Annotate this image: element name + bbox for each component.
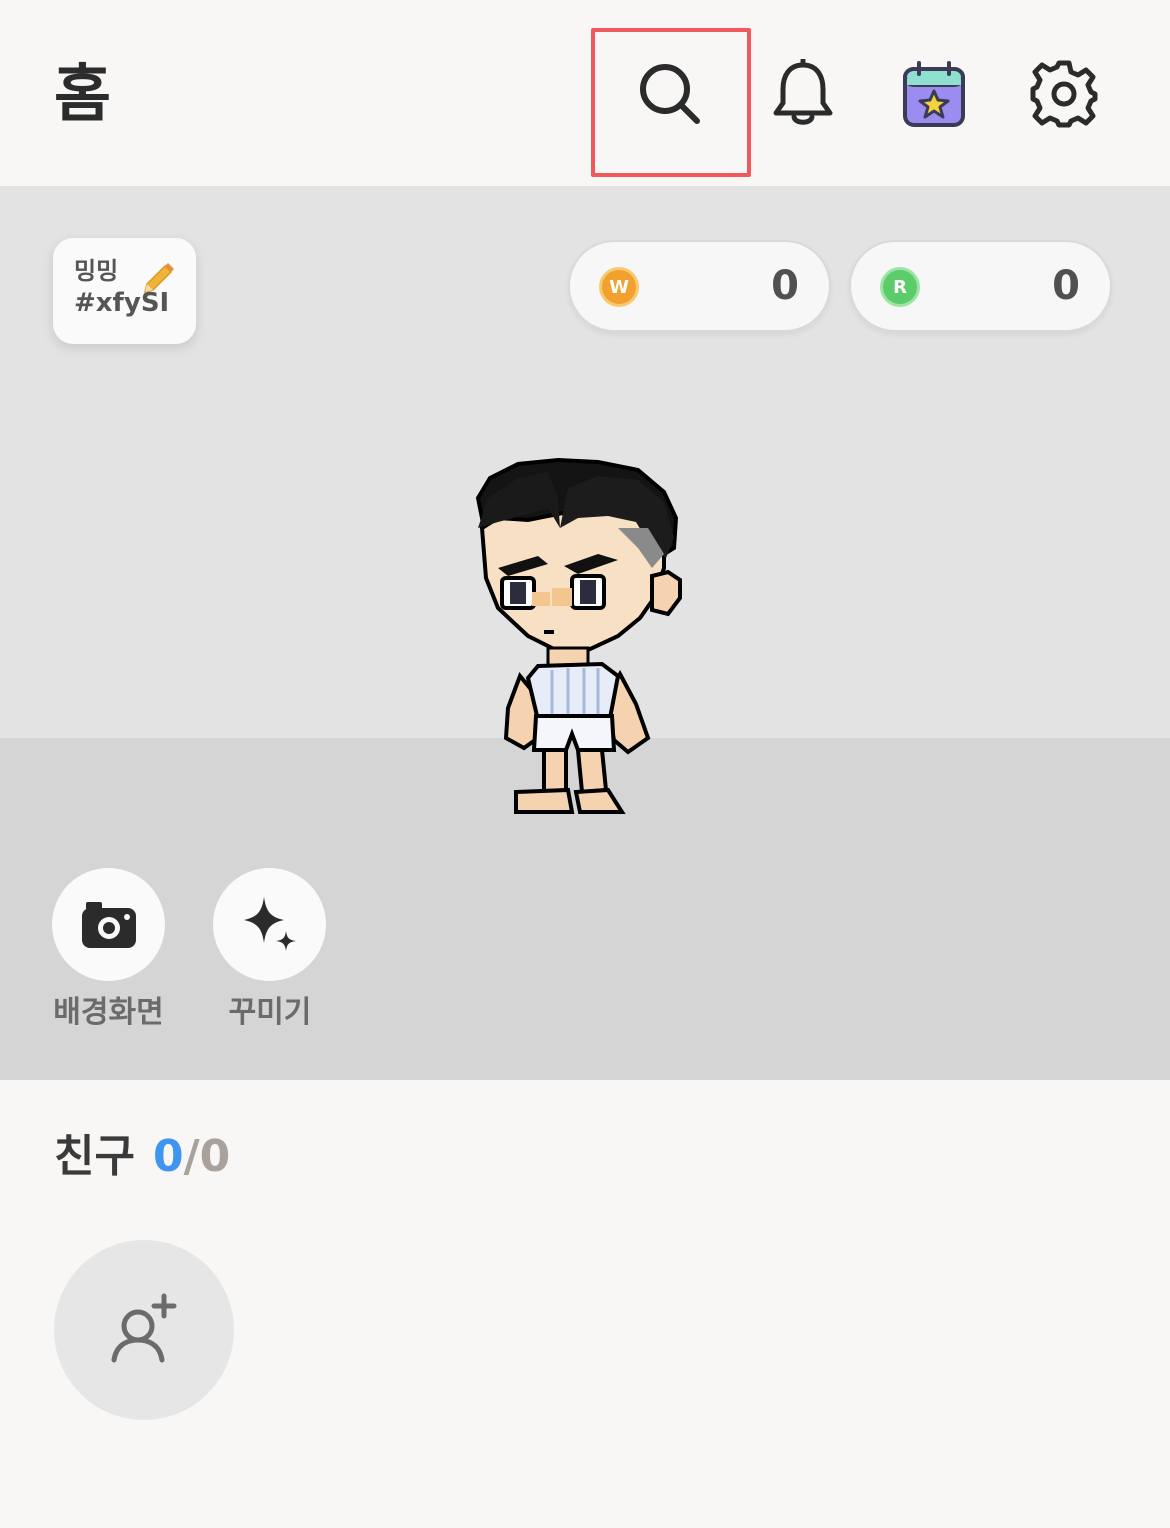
edit-pencil-icon[interactable] <box>141 258 177 294</box>
r-currency-pill[interactable]: R 0 <box>849 240 1112 332</box>
decorate-label: 꾸미기 <box>228 995 312 1030</box>
settings-button[interactable] <box>1026 56 1102 132</box>
sparkle-icon <box>243 896 296 951</box>
bell-icon <box>773 59 833 125</box>
gear-icon <box>1030 60 1098 128</box>
w-currency-value: 0 <box>771 263 799 309</box>
background-label: 배경화면 <box>53 995 164 1030</box>
background-button[interactable] <box>52 868 165 981</box>
friends-current-count: 0 <box>152 1131 184 1182</box>
r-currency-value: 0 <box>1052 263 1080 309</box>
add-friend-button[interactable] <box>54 1240 234 1420</box>
r-coin-icon: R <box>880 267 920 307</box>
character-avatar[interactable] <box>468 458 683 818</box>
search-button[interactable] <box>632 56 708 132</box>
friends-label: 친구 <box>54 1131 135 1182</box>
calendar-star-icon <box>903 61 965 127</box>
friends-total-count: 0 <box>199 1131 231 1182</box>
top-header: 홈 <box>0 0 1170 186</box>
w-currency-pill[interactable]: W 0 <box>568 240 831 332</box>
profile-name-card[interactable]: 밍밍 #xfySI <box>53 238 196 344</box>
friends-separator: / <box>183 1131 200 1182</box>
user-tag: #xfySI <box>74 288 170 318</box>
decorate-button[interactable] <box>213 868 326 981</box>
attendance-calendar-button[interactable] <box>896 56 972 132</box>
notification-button[interactable] <box>765 56 841 132</box>
page-title: 홈 <box>54 57 112 130</box>
nickname: 밍밍 <box>74 257 119 285</box>
friends-header: 친구 0/0 <box>54 1130 230 1184</box>
search-icon <box>640 64 700 124</box>
add-user-icon <box>111 1293 177 1363</box>
w-coin-icon: W <box>599 267 639 307</box>
camera-icon <box>81 901 136 948</box>
